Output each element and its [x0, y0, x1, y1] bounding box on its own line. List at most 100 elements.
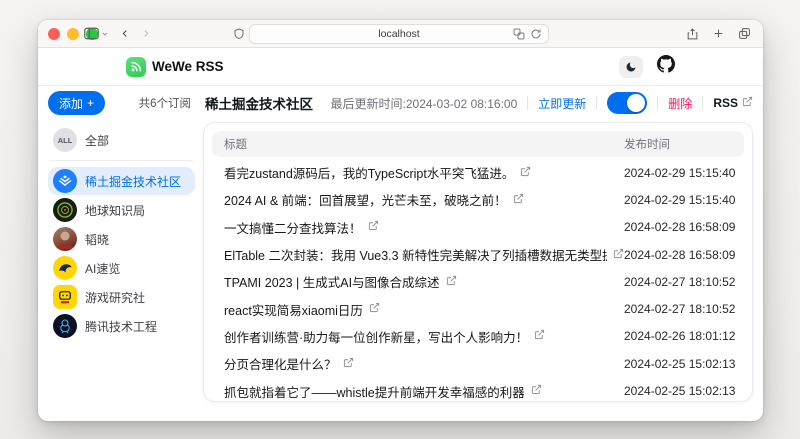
article-publish-time: 2024-02-28 16:58:09: [624, 248, 732, 262]
dark-mode-toggle[interactable]: [619, 56, 643, 78]
feed-enabled-toggle[interactable]: [607, 92, 647, 114]
table-row: 2024 AI & 前端：回首展望，光芒未至，破晓之前！ 2024-02-29 …: [212, 186, 744, 213]
article-title-link[interactable]: 分页合理化是什么？: [224, 354, 337, 373]
subscription-count: 共6个订阅: [139, 95, 195, 111]
table-row: react实现简易xiaomi日历 2024-02-27 18:10:52: [212, 295, 744, 322]
share-icon[interactable]: [686, 27, 699, 41]
sidebar-item-label: AI速览: [85, 260, 120, 277]
browser-toolbar: localhost: [38, 20, 763, 48]
article-publish-time: 2024-02-26 18:01:12: [624, 329, 732, 343]
app-title: WeWe RSS: [152, 59, 224, 74]
delete-feed-link[interactable]: 删除: [668, 95, 692, 112]
external-link-icon[interactable]: [368, 220, 379, 234]
column-publish-time: 发布时间: [624, 136, 732, 152]
table-row: ElTable 二次封装：我用 Vue3.3 新特性完美解决了列插槽数据无类型提…: [212, 241, 744, 268]
browser-window: localhost: [38, 20, 763, 421]
toggle-knob: [627, 94, 645, 112]
sidebar-item[interactable]: 稀土掘金技术社区: [48, 167, 195, 195]
close-window-button[interactable]: [48, 28, 60, 40]
translate-icon[interactable]: [513, 28, 525, 40]
rss-link[interactable]: RSS: [713, 96, 753, 110]
article-publish-time: 2024-02-25 15:02:13: [624, 384, 732, 398]
forward-button[interactable]: [141, 27, 151, 40]
refresh-now-link[interactable]: 立即更新: [538, 95, 586, 112]
table-row: 创作者训练营·助力每一位创作新星，写出个人影响力！ 2024-02-26 18:…: [212, 323, 744, 350]
plus-icon: +: [87, 96, 94, 110]
article-title-link[interactable]: 一文搞懂二分查找算法！: [224, 218, 362, 237]
article-title-link[interactable]: react实现简易xiaomi日历: [224, 300, 363, 319]
minimize-window-button[interactable]: [67, 28, 79, 40]
sidebar-item[interactable]: 地球知识局: [48, 196, 195, 224]
table-row: TPAMI 2023 | 生成式AI与图像合成综述 2024-02-27 18:…: [212, 268, 744, 295]
feed-title: 稀土掘金技术社区: [205, 93, 313, 113]
article-publish-time: 2024-02-27 18:10:52: [624, 302, 732, 316]
text-avatar: ALL: [53, 128, 77, 152]
dolphin-avatar: [53, 256, 77, 280]
external-link-icon[interactable]: [613, 248, 624, 262]
content-area: ALL 全部 稀土掘金技术社区 地球知识局 韬晓 A: [38, 118, 763, 421]
app-brand[interactable]: WeWe RSS: [126, 57, 224, 77]
globe-avatar: [53, 198, 77, 222]
penguin-avatar: [53, 314, 77, 338]
chevron-down-icon[interactable]: [101, 30, 109, 38]
external-link-icon: [742, 96, 753, 110]
article-publish-time: 2024-02-28 16:58:09: [624, 220, 732, 234]
external-link-icon[interactable]: [520, 166, 531, 180]
article-publish-time: 2024-02-29 15:15:40: [624, 193, 732, 207]
sidebar-item-label: 地球知识局: [85, 202, 145, 219]
github-icon[interactable]: [657, 55, 675, 78]
sidebar-item-label: 游戏研究社: [85, 289, 145, 306]
last-update-time: 最后更新时间:2024-03-02 08:16:00: [331, 95, 518, 112]
feed-sidebar: ALL 全部 稀土掘金技术社区 地球知识局 韬晓 A: [48, 122, 195, 421]
article-publish-time: 2024-02-27 18:10:52: [624, 275, 732, 289]
article-title-link[interactable]: 创作者训练营·助力每一位创作新星，写出个人影响力！: [224, 327, 528, 346]
external-link-icon[interactable]: [343, 357, 354, 371]
back-button[interactable]: [120, 27, 130, 40]
table-header: 标题 发布时间: [212, 131, 744, 157]
sidebar-item-label: 腾讯技术工程: [85, 318, 157, 335]
external-link-icon[interactable]: [446, 275, 457, 289]
external-link-icon[interactable]: [534, 329, 545, 343]
address-bar[interactable]: localhost: [249, 24, 549, 44]
juejin-avatar: [53, 169, 77, 193]
photo-avatar: [53, 227, 77, 251]
external-link-icon[interactable]: [369, 302, 380, 316]
article-publish-time: 2024-02-25 15:02:13: [624, 357, 732, 371]
table-row: 抓包就指着它了——whistle提升前端开发幸福感的利器 2024-02-25 …: [212, 377, 744, 402]
wewe-rss-logo-icon: [126, 57, 146, 77]
article-title-link[interactable]: 抓包就指着它了——whistle提升前端开发幸福感的利器: [224, 382, 525, 401]
sidebar-item-label: 稀土掘金技术社区: [85, 173, 181, 190]
column-title: 标题: [224, 136, 624, 152]
sidebar-item[interactable]: 腾讯技术工程: [48, 312, 195, 340]
feed-toolbar: 添加+ 共6个订阅 稀土掘金技术社区 最后更新时间:2024-03-02 08:…: [38, 86, 763, 118]
table-row: 看完zustand源码后，我的TypeScript水平突飞猛进。 2024-02…: [212, 159, 744, 186]
divider: [596, 96, 597, 110]
url-text: localhost: [378, 28, 419, 40]
external-link-icon[interactable]: [531, 384, 542, 398]
app-header: WeWe RSS: [38, 48, 763, 86]
game-avatar: [53, 285, 77, 309]
article-title-link[interactable]: 2024 AI & 前端：回首展望，光芒未至，破晓之前！: [224, 190, 507, 209]
sidebar-item[interactable]: 韬晓: [48, 225, 195, 253]
shield-icon[interactable]: [233, 27, 245, 41]
article-title-link[interactable]: TPAMI 2023 | 生成式AI与图像合成综述: [224, 272, 440, 291]
new-tab-icon[interactable]: [712, 27, 725, 41]
sidebar-item[interactable]: ALL 全部: [48, 126, 195, 154]
divider: [657, 96, 658, 110]
add-feed-button[interactable]: 添加+: [48, 91, 105, 115]
sidebar-item[interactable]: 游戏研究社: [48, 283, 195, 311]
sidebar-item[interactable]: AI速览: [48, 254, 195, 282]
article-publish-time: 2024-02-29 15:15:40: [624, 166, 732, 180]
browser-sidebar-icon[interactable]: [84, 27, 99, 40]
divider: [702, 96, 703, 110]
external-link-icon[interactable]: [513, 193, 524, 207]
article-title-link[interactable]: ElTable 二次封装：我用 Vue3.3 新特性完美解决了列插槽数据无类型提…: [224, 245, 607, 264]
articles-card: 标题 发布时间 看完zustand源码后，我的TypeScript水平突飞猛进。…: [203, 122, 753, 402]
sidebar-item-label: 韬晓: [85, 231, 109, 248]
article-title-link[interactable]: 看完zustand源码后，我的TypeScript水平突飞猛进。: [224, 163, 514, 182]
desktop-background: localhost: [0, 0, 800, 439]
table-row: 一文搞懂二分查找算法！ 2024-02-28 16:58:09: [212, 214, 744, 241]
reload-icon[interactable]: [530, 28, 542, 40]
sidebar-divider: [50, 160, 193, 161]
tab-overview-icon[interactable]: [738, 27, 751, 41]
